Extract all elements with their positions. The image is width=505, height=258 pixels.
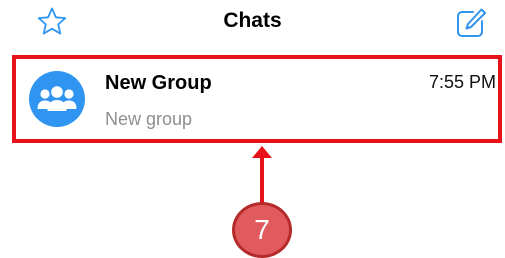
group-icon — [37, 86, 77, 111]
chat-title: New Group — [105, 72, 212, 94]
chat-preview-text: New group — [105, 109, 193, 129]
chat-timestamp: 7:55 PM — [428, 72, 496, 92]
compose-button[interactable] — [454, 6, 488, 40]
page-title: Chats — [223, 9, 282, 32]
arrow-up-icon — [252, 146, 272, 208]
compose-icon — [457, 8, 486, 37]
navigation-bar: Chats — [0, 0, 505, 44]
step-badge: 7 — [232, 202, 292, 258]
chat-list-item[interactable]: New Group 7:55 PM New group — [12, 55, 502, 143]
avatar — [29, 71, 85, 127]
